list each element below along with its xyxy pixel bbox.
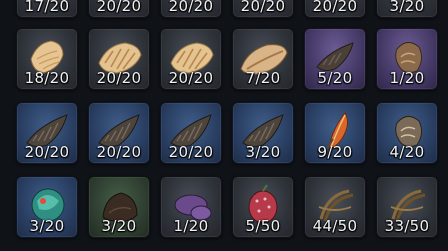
inventory-slot[interactable]: 1/20 bbox=[376, 28, 438, 90]
item-quantity: 3/20 bbox=[389, 0, 425, 15]
inventory-slot[interactable]: 17/20 bbox=[16, 0, 78, 18]
inventory-slot[interactable]: 3/20 bbox=[16, 176, 78, 238]
inventory-slot[interactable]: 20/20 bbox=[88, 102, 150, 164]
item-quantity: 9/20 bbox=[317, 143, 353, 161]
item-quantity: 20/20 bbox=[24, 143, 70, 161]
item-quantity: 4/20 bbox=[389, 143, 425, 161]
item-quantity: 5/50 bbox=[245, 217, 281, 235]
inventory-slot[interactable]: 1/20 bbox=[160, 176, 222, 238]
item-quantity: 7/20 bbox=[245, 69, 281, 87]
item-quantity: 3/20 bbox=[29, 217, 65, 235]
item-quantity: 17/20 bbox=[24, 0, 70, 15]
item-quantity: 1/20 bbox=[173, 217, 209, 235]
inventory-grid: 17/20 20/20 20/20 20/20 20/20 3/20 18/20… bbox=[0, 0, 448, 251]
item-quantity: 3/20 bbox=[101, 217, 137, 235]
inventory-slot[interactable]: 20/20 bbox=[16, 102, 78, 164]
inventory-slot[interactable]: 20/20 bbox=[88, 0, 150, 18]
inventory-slot[interactable]: 3/20 bbox=[88, 176, 150, 238]
item-quantity: 20/20 bbox=[168, 143, 214, 161]
inventory-slot[interactable]: 3/20 bbox=[232, 102, 294, 164]
item-quantity: 33/50 bbox=[384, 217, 430, 235]
inventory-slot[interactable]: 4/20 bbox=[376, 102, 438, 164]
inventory-slot[interactable]: 20/20 bbox=[304, 0, 366, 18]
item-quantity: 20/20 bbox=[96, 69, 142, 87]
item-quantity: 5/20 bbox=[317, 69, 353, 87]
inventory-slot[interactable]: 5/50 bbox=[232, 176, 294, 238]
item-quantity: 20/20 bbox=[168, 69, 214, 87]
inventory-slot[interactable]: 20/20 bbox=[160, 102, 222, 164]
inventory-slot[interactable]: 33/50 bbox=[376, 176, 438, 238]
inventory-slot[interactable]: 7/20 bbox=[232, 28, 294, 90]
item-quantity: 44/50 bbox=[312, 217, 358, 235]
item-quantity: 20/20 bbox=[168, 0, 214, 15]
inventory-slot[interactable]: 20/20 bbox=[88, 28, 150, 90]
inventory-slot[interactable]: 44/50 bbox=[304, 176, 366, 238]
item-quantity: 18/20 bbox=[24, 69, 70, 87]
item-quantity: 1/20 bbox=[389, 69, 425, 87]
inventory-slot[interactable]: 9/20 bbox=[304, 102, 366, 164]
inventory-slot[interactable]: 20/20 bbox=[232, 0, 294, 18]
item-quantity: 20/20 bbox=[96, 0, 142, 15]
item-quantity: 3/20 bbox=[245, 143, 281, 161]
inventory-slot[interactable]: 20/20 bbox=[160, 0, 222, 18]
item-quantity: 20/20 bbox=[240, 0, 286, 15]
inventory-slot[interactable]: 3/20 bbox=[376, 0, 438, 18]
item-quantity: 20/20 bbox=[96, 143, 142, 161]
inventory-slot[interactable]: 20/20 bbox=[160, 28, 222, 90]
item-quantity: 20/20 bbox=[312, 0, 358, 15]
inventory-slot[interactable]: 18/20 bbox=[16, 28, 78, 90]
inventory-slot[interactable]: 5/20 bbox=[304, 28, 366, 90]
